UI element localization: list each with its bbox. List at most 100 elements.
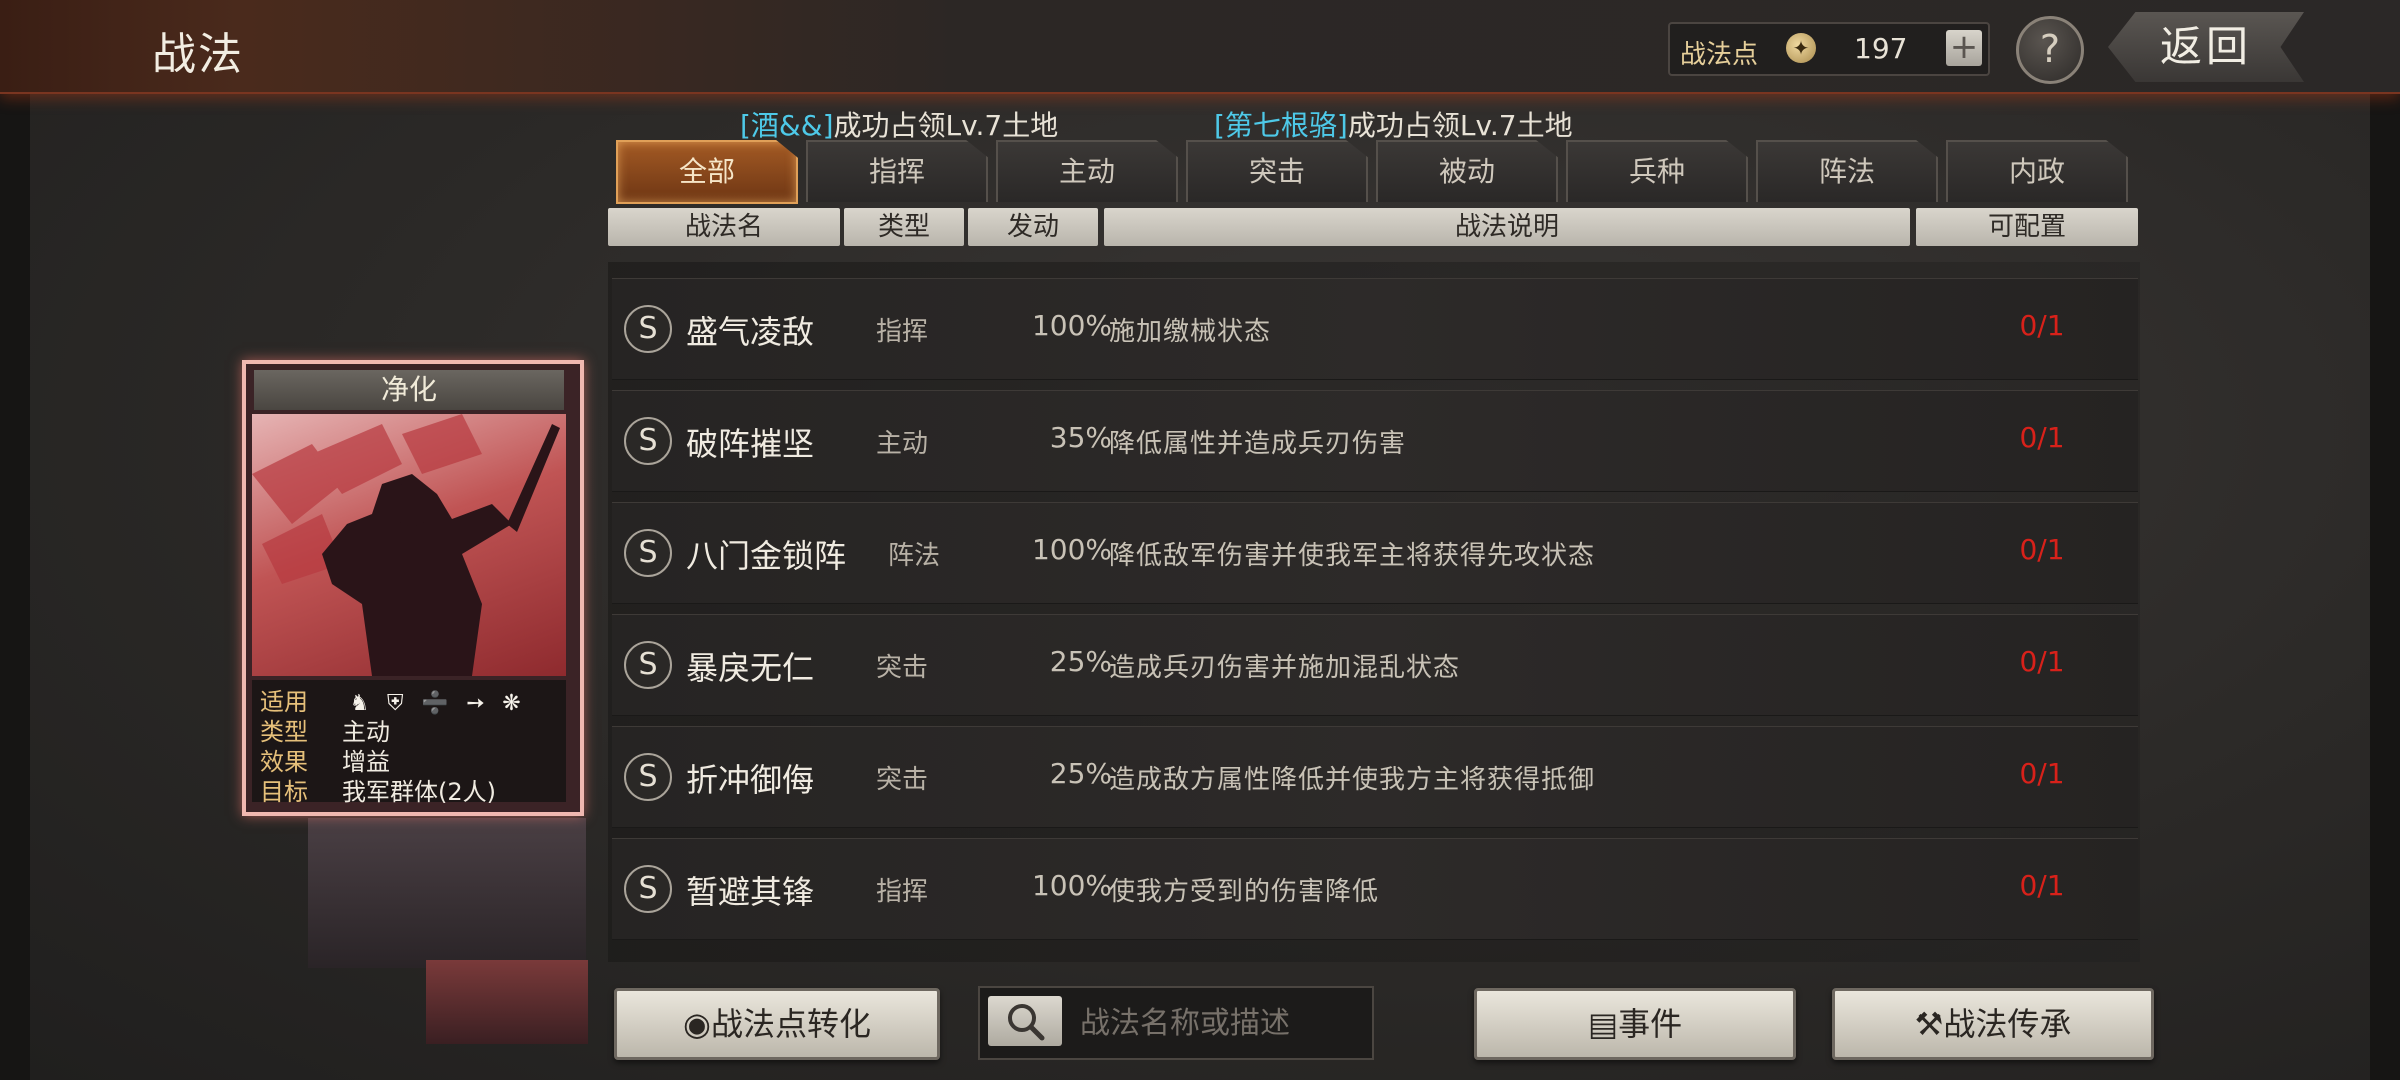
- tactic-rate: 25%: [1049, 757, 1112, 790]
- tab-assault[interactable]: 突击: [1186, 140, 1368, 202]
- flame-icon: ◉: [683, 1005, 711, 1043]
- column-header-trigger[interactable]: 发动: [968, 208, 1098, 246]
- tab-active[interactable]: 主动: [996, 140, 1178, 202]
- left-frame: [0, 0, 30, 1080]
- tactic-name: 八门金锁阵: [686, 537, 847, 575]
- search-input[interactable]: [1078, 998, 1366, 1048]
- tactic-points-display: 战法点 ✦ 197 +: [1668, 22, 1990, 76]
- tactic-rate: 100%: [1031, 533, 1112, 566]
- right-frame: [2370, 0, 2400, 1080]
- card-info-panel: 适用 ♞ ⛨ ➗ ➙ ❋ 类型 主动 效果 增益 目标 我军群体(2人): [252, 680, 566, 806]
- tactic-type: 主动: [876, 429, 929, 459]
- tactic-configurable: 0/1: [2019, 869, 2065, 902]
- convert-points-label: 战法点转化: [710, 1005, 871, 1043]
- bow-icon: ➗: [421, 691, 449, 716]
- search-bar: [978, 986, 1374, 1060]
- spear-icon: ➙: [466, 691, 485, 716]
- news-item: [酒&&]成功占领Lv.7土地: [740, 104, 1058, 144]
- tactic-type: 突击: [876, 653, 929, 683]
- card-type-row: 类型 主动: [260, 712, 390, 746]
- tactic-name: 破阵摧坚: [686, 425, 815, 463]
- tactic-rate: 100%: [1031, 869, 1112, 902]
- wheel-icon: ❋: [502, 691, 521, 716]
- tactic-name: 折冲御侮: [686, 761, 815, 799]
- add-points-button[interactable]: +: [1946, 30, 1982, 66]
- alert-book-icon: ▤: [1587, 1005, 1619, 1043]
- tab-all[interactable]: 全部: [616, 140, 798, 204]
- news-text: 成功占领Lv.7土地: [1347, 109, 1573, 142]
- tactic-configurable: 0/1: [2019, 757, 2065, 790]
- tactic-rate: 25%: [1049, 645, 1112, 678]
- tactic-type: 指挥: [876, 317, 929, 347]
- news-player-name: [酒&&]: [740, 109, 834, 142]
- tactic-configurable: 0/1: [2019, 533, 2065, 566]
- event-button[interactable]: ▤事件: [1474, 988, 1796, 1060]
- tactic-description: 施加缴械状态: [1109, 317, 1272, 347]
- card-artwork: [252, 414, 566, 676]
- tactic-rate: 35%: [1049, 421, 1112, 454]
- column-header-configurable[interactable]: 可配置: [1916, 208, 2138, 246]
- tab-troop[interactable]: 兵种: [1566, 140, 1748, 202]
- tactic-description: 降低敌军伤害并使我军主将获得先攻状态: [1109, 541, 1596, 571]
- news-text: 成功占领Lv.7土地: [833, 109, 1059, 142]
- tab-formation[interactable]: 阵法: [1756, 140, 1938, 202]
- tactic-type: 阵法: [888, 541, 941, 571]
- card-target-key: 目标: [260, 778, 308, 806]
- tab-domestic[interactable]: 内政: [1946, 140, 2128, 202]
- tactic-name: 暴戾无仁: [686, 649, 815, 687]
- tactic-row[interactable]: S 暂避其锋 指挥 100% 使我方受到的伤害降低 0/1: [612, 838, 2138, 940]
- hammer-icon: ⚒: [1914, 1005, 1944, 1043]
- card-title: 净化: [254, 370, 564, 410]
- tactic-configurable: 0/1: [2019, 309, 2065, 342]
- tactic-points-label: 战法点: [1680, 40, 1759, 70]
- grade-s-icon: S: [624, 305, 672, 353]
- inherit-tactic-button[interactable]: ⚒战法传承: [1832, 988, 2154, 1060]
- header-bar: 战法 战法点 ✦ 197 + ? 返回: [0, 0, 2400, 94]
- tab-command[interactable]: 指挥: [806, 140, 988, 202]
- convert-points-button[interactable]: ◉战法点转化: [614, 988, 940, 1060]
- grade-s-icon: S: [624, 753, 672, 801]
- tactic-rate: 100%: [1031, 309, 1112, 342]
- grade-s-icon: S: [624, 641, 672, 689]
- tactic-description: 造成敌方属性降低并使我方主将获得抵御: [1109, 765, 1596, 795]
- tactic-row[interactable]: S 盛气凌敌 指挥 100% 施加缴械状态 0/1: [612, 278, 2138, 380]
- tactic-type: 突击: [876, 765, 929, 795]
- tactic-name: 暂避其锋: [686, 873, 815, 911]
- back-button[interactable]: 返回: [2108, 12, 2304, 82]
- tactic-row[interactable]: S 八门金锁阵 阵法 100% 降低敌军伤害并使我军主将获得先攻状态 0/1: [612, 502, 2138, 604]
- tactic-type: 指挥: [876, 877, 929, 907]
- card-stack-background: [308, 818, 586, 968]
- tactic-name: 盛气凌敌: [686, 313, 815, 351]
- grade-s-icon: S: [624, 865, 672, 913]
- tactic-configurable: 0/1: [2019, 421, 2065, 454]
- tactic-description: 使我方受到的伤害降低: [1109, 877, 1380, 907]
- tactic-description: 降低属性并造成兵刃伤害: [1109, 429, 1407, 459]
- news-item: [第七根骆]成功占领Lv.7土地: [1214, 104, 1573, 144]
- grade-s-icon: S: [624, 417, 672, 465]
- tactic-configurable: 0/1: [2019, 645, 2065, 678]
- card-target-row: 目标 我军群体(2人): [260, 772, 496, 806]
- tactic-row[interactable]: S 破阵摧坚 主动 35% 降低属性并造成兵刃伤害 0/1: [612, 390, 2138, 492]
- tactic-row[interactable]: S 暴戾无仁 突击 25% 造成兵刃伤害并施加混乱状态 0/1: [612, 614, 2138, 716]
- tactic-points-value: 197: [1854, 32, 1908, 65]
- tactic-point-icon: ✦: [1786, 33, 1816, 63]
- event-label: 事件: [1618, 1005, 1683, 1043]
- tab-passive[interactable]: 被动: [1376, 140, 1558, 202]
- page-title: 战法: [152, 29, 244, 80]
- card-stack-background: [426, 960, 588, 1044]
- tactic-description: 造成兵刃伤害并施加混乱状态: [1109, 653, 1461, 683]
- search-icon: [1008, 1004, 1045, 1041]
- inherit-tactic-label: 战法传承: [1943, 1005, 2072, 1043]
- tactic-row[interactable]: S 折冲御侮 突击 25% 造成敌方属性降低并使我方主将获得抵御 0/1: [612, 726, 2138, 828]
- column-header-description: 战法说明: [1104, 208, 1910, 246]
- news-player-name: [第七根骆]: [1214, 109, 1348, 142]
- card-effect-row: 效果 增益: [260, 742, 390, 776]
- grade-s-icon: S: [624, 529, 672, 577]
- column-header-name[interactable]: 战法名: [608, 208, 840, 246]
- warrior-silhouette-icon: [252, 414, 560, 676]
- help-button[interactable]: ?: [2016, 16, 2084, 84]
- search-button[interactable]: [988, 996, 1062, 1046]
- selected-tactic-card[interactable]: 净化 适用 ♞ ⛨ ➗ ➙ ❋ 类型 主动 效果 增益 目标 我军群体(2人): [242, 360, 584, 816]
- column-header-type[interactable]: 类型: [844, 208, 964, 246]
- card-apply-row: 适用 ♞ ⛨ ➗ ➙ ❋: [260, 682, 531, 716]
